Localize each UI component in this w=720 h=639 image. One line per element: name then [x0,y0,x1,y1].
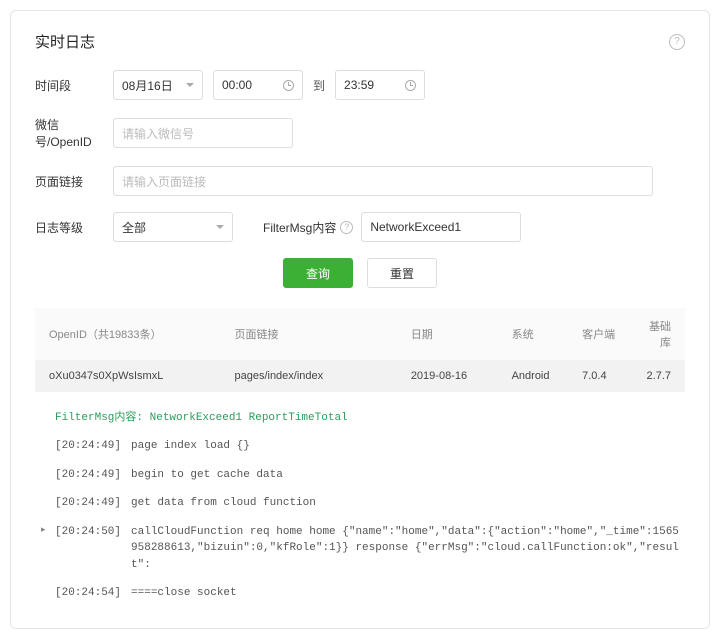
log-timestamp: [20:24:49] [55,438,121,455]
results-table: OpenID（共19833条） 页面链接 日期 系统 客户端 基础库 oXu03… [35,308,685,392]
log-line: [20:24:54] ====close socket [35,579,685,608]
clock-icon [283,80,294,91]
log-line: [20:24:49] begin to get cache data [35,461,685,490]
label-filter-msg: FilterMsg内容 ? [263,219,353,236]
time-to-value: 23:59 [344,78,374,92]
cell-lib: 2.7.7 [635,360,685,392]
time-from-value: 00:00 [222,78,252,92]
label-page-link: 页面链接 [35,173,113,190]
row-time-range: 时间段 08月16日 00:00 到 23:59 [35,70,685,100]
button-row: 查询 重置 [35,258,685,288]
th-date: 日期 [403,308,504,360]
log-message: get data from cloud function [131,495,316,512]
table-header-row: OpenID（共19833条） 页面链接 日期 系统 客户端 基础库 [35,308,685,360]
cell-openid: oXu0347s0XpWsIsmxL [35,360,226,392]
reset-button[interactable]: 重置 [367,258,437,288]
row-page-link: 页面链接 请输入页面链接 [35,166,685,196]
row-log-level: 日志等级 全部 FilterMsg内容 ? NetworkExceed1 [35,212,685,242]
time-from-input[interactable]: 00:00 [213,70,303,100]
th-system: 系统 [504,308,575,360]
clock-icon [405,80,416,91]
time-to-input[interactable]: 23:59 [335,70,425,100]
filter-msg-line: FilterMsg内容: NetworkExceed1 ReportTimeTo… [35,400,685,432]
log-line[interactable]: [20:24:50]callCloudFunction req home hom… [35,518,685,580]
log-level-select[interactable]: 全部 [113,212,233,242]
row-openid: 微信号/OpenID 请输入微信号 [35,116,685,150]
openid-input[interactable]: 请输入微信号 [113,118,293,148]
filter-msg-value: NetworkExceed1 [370,220,461,234]
log-message: ====close socket [131,585,237,602]
log-detail: FilterMsg内容: NetworkExceed1 ReportTimeTo… [35,400,685,608]
query-button[interactable]: 查询 [283,258,353,288]
cell-page: pages/index/index [226,360,402,392]
log-message: begin to get cache data [131,467,283,484]
log-message: callCloudFunction req home home {"name":… [131,524,681,574]
panel-header: 实时日志 ? [35,31,685,52]
log-timestamp: [20:24:49] [55,467,121,484]
log-level-value: 全部 [122,219,146,236]
chevron-down-icon [216,225,224,229]
th-openid: OpenID（共19833条） [35,308,226,360]
label-to: 到 [313,77,325,94]
th-page: 页面链接 [226,308,402,360]
cell-system: Android [504,360,575,392]
page-link-input[interactable]: 请输入页面链接 [113,166,653,196]
date-value: 08月16日 [122,77,173,94]
label-log-level: 日志等级 [35,219,113,236]
date-select[interactable]: 08月16日 [113,70,203,100]
filter-msg-input[interactable]: NetworkExceed1 [361,212,521,242]
realtime-log-panel: 实时日志 ? 时间段 08月16日 00:00 到 23:59 微信号/Open… [10,10,710,629]
page-title: 实时日志 [35,31,95,52]
log-line: [20:24:49] get data from cloud function [35,489,685,518]
log-line: [20:24:49] page index load {} [35,432,685,461]
page-link-placeholder: 请输入页面链接 [122,173,206,190]
log-message: page index load {} [131,438,250,455]
label-openid: 微信号/OpenID [35,116,113,150]
th-client: 客户端 [574,308,634,360]
label-time-range: 时间段 [35,77,113,94]
th-lib: 基础库 [635,308,685,360]
log-timestamp: [20:24:49] [55,495,121,512]
table-row[interactable]: oXu0347s0XpWsIsmxL pages/index/index 201… [35,360,685,392]
log-timestamp: [20:24:54] [55,585,121,602]
chevron-down-icon [186,83,194,87]
openid-placeholder: 请输入微信号 [122,125,194,142]
help-icon[interactable]: ? [340,221,353,234]
cell-date: 2019-08-16 [403,360,504,392]
help-icon[interactable]: ? [669,34,685,50]
cell-client: 7.0.4 [574,360,634,392]
